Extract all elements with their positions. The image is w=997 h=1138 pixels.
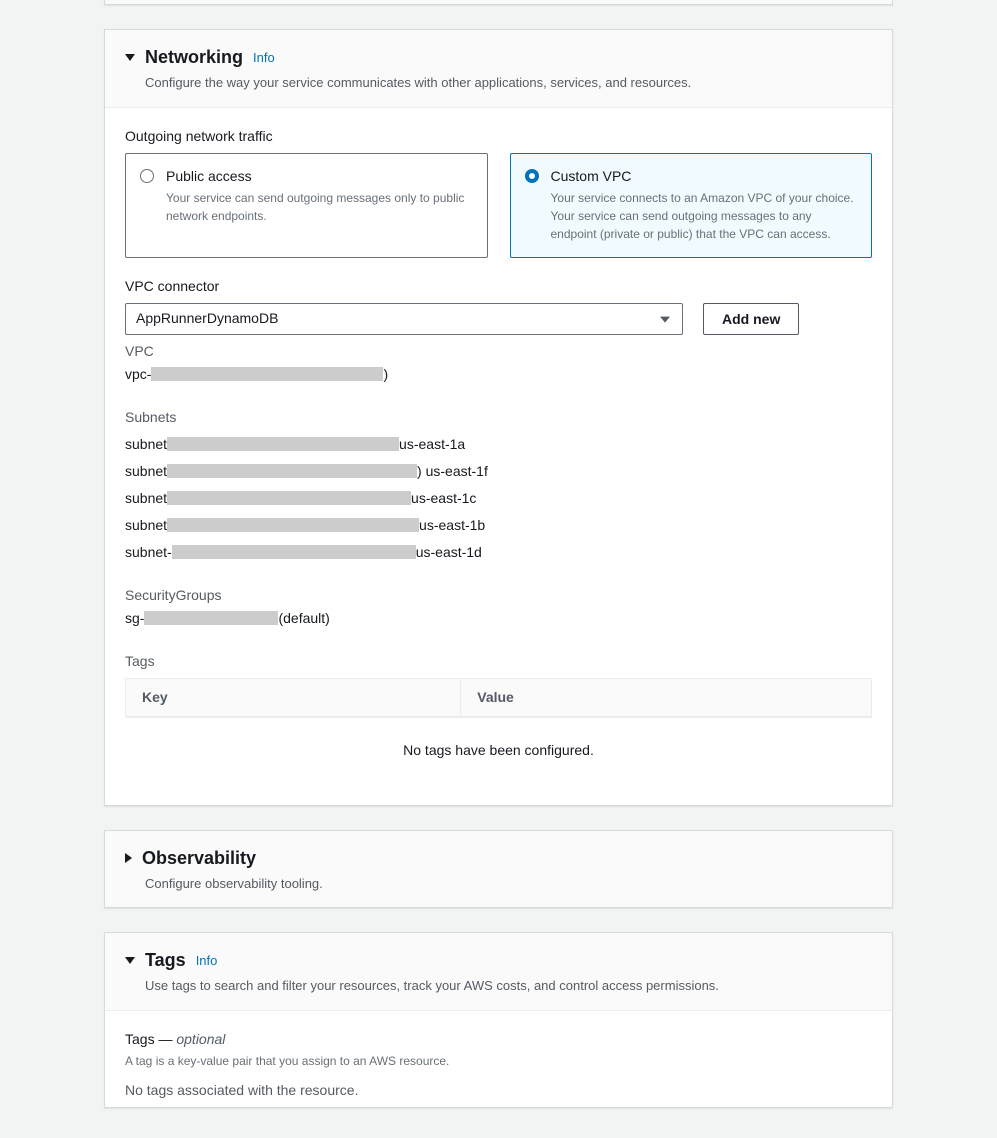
security-groups-label: SecurityGroups bbox=[125, 585, 872, 606]
subnet-row: subnet us-east-1b bbox=[125, 515, 872, 536]
public-access-option[interactable]: Public access Your service can send outg… bbox=[125, 153, 488, 258]
subnet-row: subnet) us-east-1f bbox=[125, 461, 872, 482]
subnet-row: subnet- us-east-1d bbox=[125, 542, 872, 563]
observability-title: Observability bbox=[142, 845, 256, 872]
public-access-title: Public access bbox=[166, 166, 473, 187]
radio-icon bbox=[140, 169, 154, 183]
subnets-list: subnet us-east-1a subnet) us-east-1f sub… bbox=[125, 434, 872, 563]
vpc-connector-label: VPC connector bbox=[125, 276, 683, 297]
subnets-label: Subnets bbox=[125, 407, 872, 428]
subnet-row: subnet us-east-1c bbox=[125, 488, 872, 509]
tags-header[interactable]: Tags Info Use tags to search and filter … bbox=[105, 933, 892, 1011]
tags-desc: Use tags to search and filter your resou… bbox=[145, 976, 872, 996]
networking-header[interactable]: Networking Info Configure the way your s… bbox=[105, 30, 892, 108]
vpc-connector-select[interactable]: AppRunnerDynamoDB bbox=[125, 303, 683, 335]
observability-header[interactable]: Observability Configure observability to… bbox=[105, 831, 892, 908]
vpc-label: VPC bbox=[125, 341, 872, 362]
radio-icon bbox=[525, 169, 539, 183]
vpc-value: vpc-) bbox=[125, 364, 872, 385]
tags-label: Tags bbox=[125, 651, 872, 672]
subnet-row: subnet us-east-1a bbox=[125, 434, 872, 455]
tags-helper: A tag is a key-value pair that you assig… bbox=[125, 1052, 872, 1070]
tags-none-message: No tags associated with the resource. bbox=[125, 1080, 872, 1101]
custom-vpc-title: Custom VPC bbox=[551, 166, 858, 187]
outgoing-traffic-label: Outgoing network traffic bbox=[125, 126, 872, 147]
networking-info-link[interactable]: Info bbox=[253, 48, 275, 68]
chevron-down-icon bbox=[125, 54, 135, 61]
tags-info-link[interactable]: Info bbox=[196, 951, 218, 971]
observability-desc: Configure observability tooling. bbox=[145, 874, 872, 894]
chevron-right-icon bbox=[125, 853, 132, 863]
tags-table: Key Value bbox=[125, 678, 872, 718]
tags-empty-message: No tags have been configured. bbox=[125, 718, 872, 783]
public-access-desc: Your service can send outgoing messages … bbox=[166, 189, 473, 225]
chevron-down-icon bbox=[125, 957, 135, 964]
tags-section-label: Tags — optional bbox=[125, 1029, 872, 1050]
tags-key-col: Key bbox=[126, 679, 461, 716]
networking-panel: Networking Info Configure the way your s… bbox=[104, 29, 893, 806]
tags-value-col: Value bbox=[461, 679, 871, 716]
add-new-button[interactable]: Add new bbox=[703, 303, 799, 335]
tags-panel: Tags Info Use tags to search and filter … bbox=[104, 932, 893, 1108]
networking-title: Networking bbox=[145, 44, 243, 71]
vpc-connector-value: AppRunnerDynamoDB bbox=[136, 308, 278, 329]
observability-panel: Observability Configure observability to… bbox=[104, 830, 893, 909]
chevron-down-icon bbox=[660, 316, 670, 322]
custom-vpc-desc: Your service connects to an Amazon VPC o… bbox=[551, 189, 858, 243]
security-group-value: sg- (default) bbox=[125, 608, 872, 629]
tags-title: Tags bbox=[145, 947, 186, 974]
networking-desc: Configure the way your service communica… bbox=[145, 73, 872, 93]
custom-vpc-option[interactable]: Custom VPC Your service connects to an A… bbox=[510, 153, 873, 258]
